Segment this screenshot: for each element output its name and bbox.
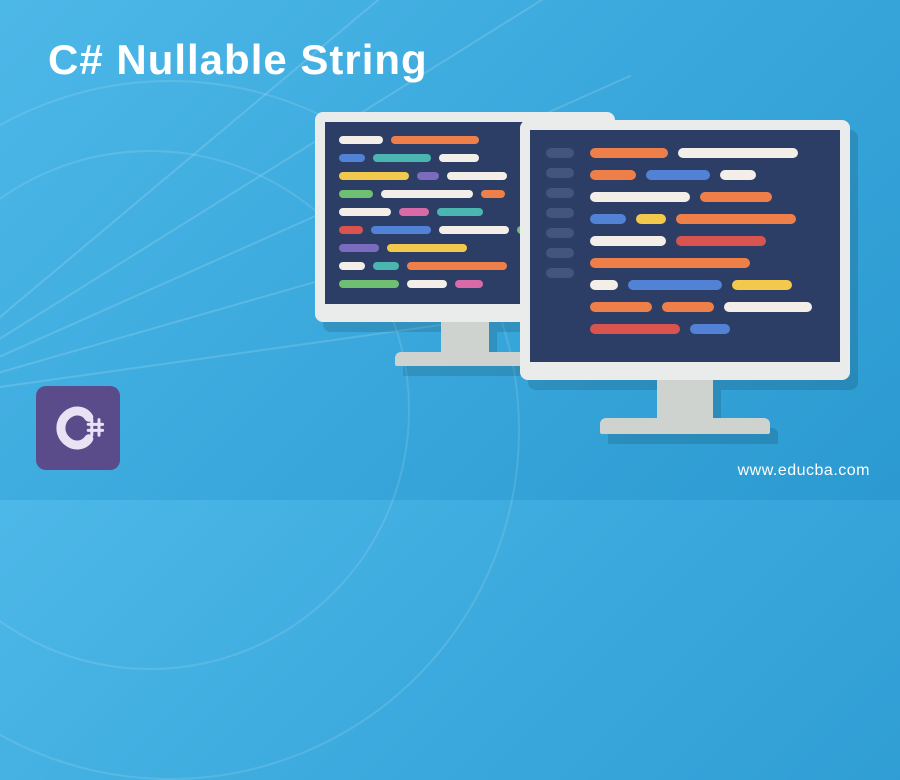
code-row (590, 280, 824, 290)
sidebar-bar (546, 188, 574, 198)
code-bar (590, 148, 668, 158)
stand-base (600, 418, 770, 434)
code-bar (417, 172, 439, 180)
code-bar (724, 302, 812, 312)
code-bar (590, 214, 626, 224)
code-bar (590, 192, 690, 202)
code-bar (339, 190, 373, 198)
code-bar (339, 280, 399, 288)
code-bar (339, 172, 409, 180)
sidebar-bar (546, 148, 574, 158)
code-bar (590, 258, 750, 268)
code-bar (387, 244, 467, 252)
code-bar (439, 154, 479, 162)
code-row (590, 258, 824, 268)
code-bar (590, 170, 636, 180)
stand-neck (657, 380, 713, 418)
code-bar (720, 170, 756, 180)
code-row (590, 170, 824, 180)
sidebar-bar (546, 248, 574, 258)
screen-sidebar (546, 148, 574, 346)
code-bar (339, 208, 391, 216)
code-bar (371, 226, 431, 234)
code-row (590, 148, 824, 158)
code-bar (700, 192, 772, 202)
code-row (590, 192, 824, 202)
code-bar (381, 190, 473, 198)
code-row (590, 214, 824, 224)
code-bar (339, 244, 379, 252)
sidebar-bar (546, 168, 574, 178)
code-bar (636, 214, 666, 224)
code-bar (447, 172, 507, 180)
code-row (590, 324, 824, 334)
code-bar (662, 302, 714, 312)
code-bar (678, 148, 798, 158)
code-row (590, 236, 824, 246)
code-bar (590, 280, 618, 290)
stand-base (395, 352, 535, 366)
code-bar (732, 280, 792, 290)
code-bar (391, 136, 479, 144)
sidebar-bar (546, 268, 574, 278)
code-bar (407, 262, 507, 270)
code-bar (646, 170, 710, 180)
sidebar-bar (546, 208, 574, 218)
code-bar (628, 280, 722, 290)
monitor-front (520, 120, 850, 434)
code-bar (373, 262, 399, 270)
stand-neck (441, 322, 489, 352)
csharp-logo (36, 386, 120, 470)
code-bar (399, 208, 429, 216)
code-bar (590, 302, 652, 312)
code-bar (455, 280, 483, 288)
code-bar (676, 214, 796, 224)
code-bar (339, 262, 365, 270)
screen-front (520, 120, 850, 380)
page-title: C# Nullable String (48, 36, 428, 84)
code-bar (373, 154, 431, 162)
site-url: www.educba.com (738, 462, 870, 480)
code-bar (676, 236, 766, 246)
code-bar (590, 324, 680, 334)
csharp-icon (48, 398, 108, 458)
code-bar (339, 154, 365, 162)
code-row (590, 302, 824, 312)
screen-lines (590, 148, 824, 346)
sidebar-bar (546, 228, 574, 238)
code-bar (339, 136, 383, 144)
code-bar (590, 236, 666, 246)
code-bar (437, 208, 483, 216)
code-bar (339, 226, 363, 234)
code-bar (439, 226, 509, 234)
code-bar (690, 324, 730, 334)
code-bar (407, 280, 447, 288)
code-bar (481, 190, 505, 198)
